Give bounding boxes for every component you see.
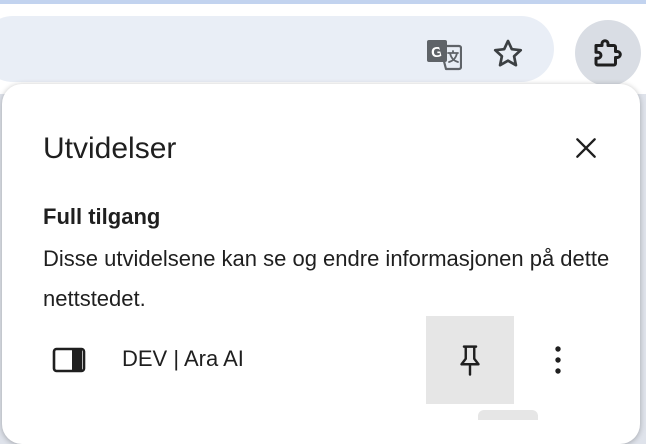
close-icon <box>576 138 596 158</box>
tooltip-peek <box>478 410 538 420</box>
pin-icon <box>460 345 480 376</box>
access-section-description: Disse utvidelsene kan se og endre inform… <box>43 246 610 311</box>
extension-name[interactable]: DEV | Ara AI <box>122 346 244 372</box>
panel-title: Utvidelser <box>43 132 177 165</box>
extension-row[interactable]: DEV | Ara AI <box>2 316 640 404</box>
puzzle-piece-icon <box>594 39 622 67</box>
bookmark-button[interactable] <box>486 32 530 76</box>
access-section-heading: Full tilgang <box>43 204 161 229</box>
translate-button[interactable]: G <box>422 32 466 76</box>
translate-icon: G <box>427 40 462 71</box>
address-bar[interactable] <box>0 16 554 82</box>
browser-toolbar: G <box>0 4 646 94</box>
extension-menu-button[interactable] <box>538 340 578 380</box>
more-vert-icon <box>555 346 561 374</box>
extensions-button[interactable] <box>575 20 641 86</box>
side-panel-icon <box>52 346 86 374</box>
pin-extension-button[interactable] <box>426 316 514 404</box>
extensions-menu-panel: Utvidelser Full tilgang Disse utvidelsen… <box>2 84 640 444</box>
close-button[interactable] <box>566 128 606 168</box>
bookmark-star-icon <box>493 39 523 67</box>
